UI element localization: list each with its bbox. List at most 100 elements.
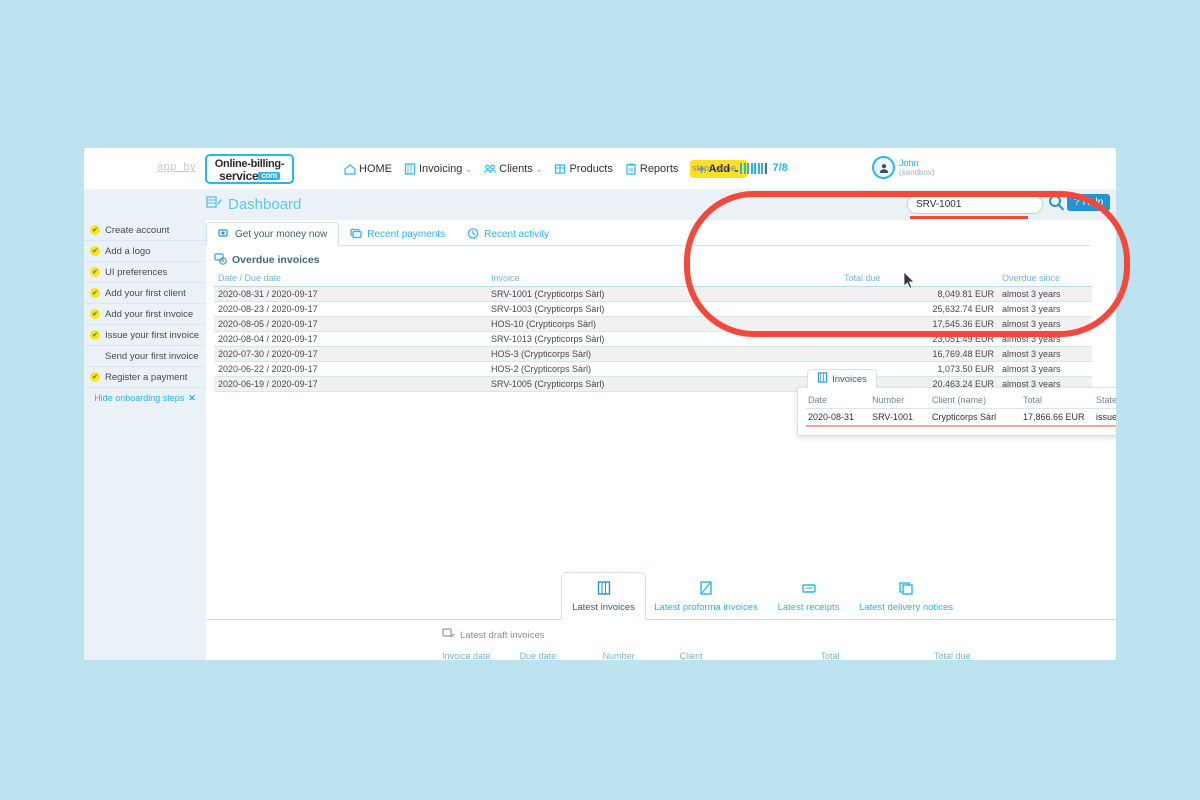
nav-label-invoicing: Invoicing [419,163,463,175]
tab-latest-proforma-invoices[interactable]: Latest proforma invoices [646,572,766,620]
brand-logo[interactable]: Online-billing- service com [205,154,294,184]
sidebar-item-send-first-invoice[interactable]: Send your first invoice [84,346,206,367]
table-row[interactable]: 2020-08-31 / 2020-09-17 SRV-1001 (Crypti… [214,286,1092,302]
cell-invoice-link[interactable]: HOS-2 (Crypticorps Sàrl) [487,361,840,377]
delivery-icon [898,580,914,599]
cell-overdue-since: almost 3 years [998,346,1092,362]
table-row[interactable]: 2020-08-23 / 2020-09-17 SRV-1003 (Crypti… [214,301,1092,317]
sidebar-item-add-first-client[interactable]: ✔ Add your first client [84,283,206,304]
tab-latest-invoices[interactable]: Latest invoices [561,572,646,620]
help-button[interactable]: ? Help [1067,194,1111,211]
invoices-icon [817,372,828,386]
cell-date: 2020-08-05 / 2020-09-17 [214,316,487,332]
sidebar-item-add-a-logo[interactable]: ✔ Add a logo [84,241,206,262]
main-menu: HOME Invoicing ⌄ Clients ⌄ Products Repo… [344,160,747,178]
nav-item-home[interactable]: HOME [344,163,392,175]
popup-tab-invoices[interactable]: Invoices [807,369,877,388]
invoice-icon [404,163,416,175]
cell-overdue-since: almost 3 years [998,301,1092,317]
chevron-down-icon: ⌄ [535,164,543,174]
cell-client-link[interactable]: Crypticorps Sàrl [930,408,1021,427]
section-title-text: Latest draft invoices [460,629,545,641]
cell-invoice-link[interactable]: HOS-10 (Crypticorps Sàrl) [487,316,840,332]
cell-number-link[interactable]: SRV-1001 [870,408,931,427]
annotation-underline [910,216,1028,219]
col-total-due: Total due [840,270,998,287]
sidebar-item-label: Add a logo [105,245,151,257]
overdue-invoices-section-title: Overdue invoices [214,252,320,268]
search-results-body: 2020-08-31 SRV-1001 Crypticorps Sàrl 17,… [806,408,1116,427]
col-total: Total [816,648,930,660]
hide-onboarding-steps-link[interactable]: Hide onboarding steps ✕ [84,388,206,408]
page-title: Dashboard [206,195,301,214]
sidebar-item-ui-preferences[interactable]: ✔ UI preferences [84,262,206,283]
tab-latest-receipts[interactable]: Latest receipts [766,572,851,620]
app-by-label: app_by [157,161,197,173]
onboarding-progress: steps done 7/8 [692,162,788,174]
nav-item-clients[interactable]: Clients ⌄ [484,163,542,175]
money-icon [218,227,230,242]
cell-invoice-link[interactable]: SRV-1005 (Crypticorps Sàrl) [487,376,840,392]
cell-date: 2020-08-23 / 2020-09-17 [214,301,487,317]
col-client-name: Client (name) [930,392,1021,409]
tab-latest-delivery-notices[interactable]: Latest delivery notices [851,572,961,620]
nav-item-reports[interactable]: Reports [625,163,678,175]
sidebar-item-label: Create account [105,224,170,236]
cell-overdue-since: almost 3 years [998,331,1092,347]
page-title-text: Dashboard [228,196,302,213]
table-row[interactable]: 2020-08-31 SRV-1001 Crypticorps Sàrl 17,… [806,408,1116,427]
sidebar-item-label: Add your first client [105,287,186,299]
table-row[interactable]: 2020-08-04 / 2020-09-17 SRV-1013 (Crypti… [214,331,1092,347]
sidebar-item-issue-first-invoice[interactable]: ✔ Issue your first invoice [84,325,206,346]
search-icon[interactable] [1048,194,1065,214]
nav-label-products: Products [569,163,613,175]
cell-overdue-since: almost 3 years [998,286,1092,302]
col-client: Client [675,648,817,660]
onboarding-sidebar: ✔ Create account ✔ Add a logo ✔ UI prefe… [84,220,206,660]
check-icon: ✔ [90,372,100,382]
proforma-icon [698,580,714,599]
cell-total-due: 16,769.48 EUR [840,346,998,362]
search-input[interactable] [907,194,1043,214]
table-header-row: Invoice date Due date Number Client Tota… [438,648,1050,660]
table-row[interactable]: 2020-08-05 / 2020-09-17 HOS-10 (Cryptico… [214,316,1092,332]
user-info: John (sandbox) [899,158,935,177]
col-due-date: Due date [515,648,599,660]
tab-label: Recent payments [367,228,446,240]
tab-label: Latest proforma invoices [654,601,758,613]
search-results-popup: Invoices Date Number Client (name) Total… [797,369,1116,436]
tab-recent-activity[interactable]: Recent activity [456,222,560,246]
col-overdue-since: Overdue since [998,270,1092,287]
logo-line-2: service com [207,170,292,182]
sidebar-item-label: Register a payment [105,371,188,383]
cell-date: 2020-08-04 / 2020-09-17 [214,331,487,347]
nav-item-products[interactable]: Products [554,163,613,175]
col-number: Number [598,648,676,660]
logo-com-badge: com [258,172,280,180]
sidebar-item-label: Send your first invoice [105,350,199,362]
check-icon: ✔ [90,246,100,256]
user-menu[interactable]: John (sandbox) [872,156,935,179]
tab-recent-payments[interactable]: Recent payments [339,222,456,246]
col-actions [1003,648,1050,660]
tab-get-your-money-now[interactable]: Get your money now [206,222,340,246]
cell-total-due: 8,049.81 EUR [840,286,998,302]
sidebar-item-add-first-invoice[interactable]: ✔ Add your first invoice [84,304,206,325]
cell-invoice-link[interactable]: HOS-3 (Crypticorps Sàrl) [487,346,840,362]
cell-invoice-link[interactable]: SRV-1003 (Crypticorps Sàrl) [487,301,840,317]
table-row[interactable]: 2020-07-30 / 2020-09-17 HOS-3 (Crypticor… [214,346,1092,362]
nav-item-invoicing[interactable]: Invoicing ⌄ [404,163,472,175]
cell-total-due: 23,051.49 EUR [840,331,998,347]
sidebar-item-create-account[interactable]: ✔ Create account [84,220,206,241]
draft-icon [442,627,455,643]
home-icon [344,163,356,175]
tab-label: Latest delivery notices [859,601,953,613]
overdue-icon [214,252,227,268]
col-total: Total [1020,392,1094,409]
check-icon-empty [90,351,100,361]
col-invoice: Invoice [487,270,840,287]
cell-invoice-link[interactable]: SRV-1001 (Crypticorps Sàrl) [487,286,840,302]
cell-invoice-link[interactable]: SRV-1013 (Crypticorps Sàrl) [487,331,840,347]
sidebar-item-register-a-payment[interactable]: ✔ Register a payment [84,367,206,388]
tab-label: Recent activity [484,228,550,240]
